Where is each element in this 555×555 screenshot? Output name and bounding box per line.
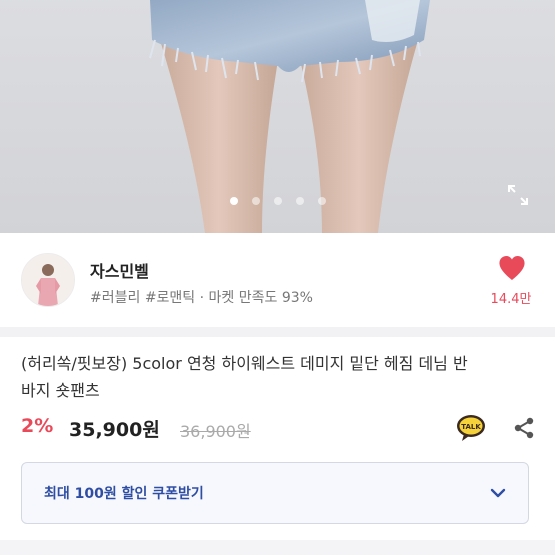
coupon-label: 최대 100원 할인 쿠폰받기: [44, 486, 204, 502]
product-page: 자스민벨 #러블리 #로맨틱 · 마켓 만족도 93% 14.4만 (허리쏙/핏…: [0, 0, 555, 555]
discount-rate: 2%: [21, 415, 54, 437]
seller-tags: #러블리 #로맨틱 · 마켓 만족도 93%: [90, 290, 313, 306]
svg-text:TALK: TALK: [461, 423, 481, 431]
heart-icon[interactable]: [498, 255, 526, 281]
expand-icon[interactable]: [505, 182, 531, 208]
seller-row[interactable]: 자스민벨 #러블리 #로맨틱 · 마켓 만족도 93% 14.4만: [0, 233, 555, 327]
share-icon[interactable]: [512, 416, 536, 440]
chevron-down-icon: [488, 483, 508, 503]
seller-name[interactable]: 자스민벨: [90, 258, 149, 282]
gallery-dot[interactable]: [273, 197, 282, 205]
bottom-divider: [0, 540, 555, 555]
product-title-line: (허리쏙/핏보장) 5color 연청 하이웨스트 데미지 밑단 헤짐 데님 반: [21, 354, 468, 373]
price-row: 2% 35,900원 36,900원 TALK: [21, 415, 537, 445]
like-count: 14.4만: [490, 292, 532, 307]
sale-price: 35,900원: [69, 419, 160, 441]
product-title: (허리쏙/핏보장) 5color 연청 하이웨스트 데미지 밑단 헤짐 데님 반…: [21, 350, 537, 404]
gallery-dot[interactable]: [229, 197, 238, 205]
coupon-button[interactable]: 최대 100원 할인 쿠폰받기: [21, 462, 529, 524]
gallery-dots: [0, 197, 555, 205]
original-price: 36,900원: [180, 422, 251, 441]
product-photo[interactable]: [0, 0, 555, 233]
kakao-talk-icon[interactable]: TALK: [456, 414, 486, 442]
gallery-dot[interactable]: [251, 197, 260, 205]
section-divider: [0, 327, 555, 337]
gallery-dot[interactable]: [295, 197, 304, 205]
product-title-line: 바지 숏팬츠: [21, 381, 100, 400]
gallery-dot[interactable]: [317, 197, 326, 205]
avatar[interactable]: [21, 253, 75, 307]
